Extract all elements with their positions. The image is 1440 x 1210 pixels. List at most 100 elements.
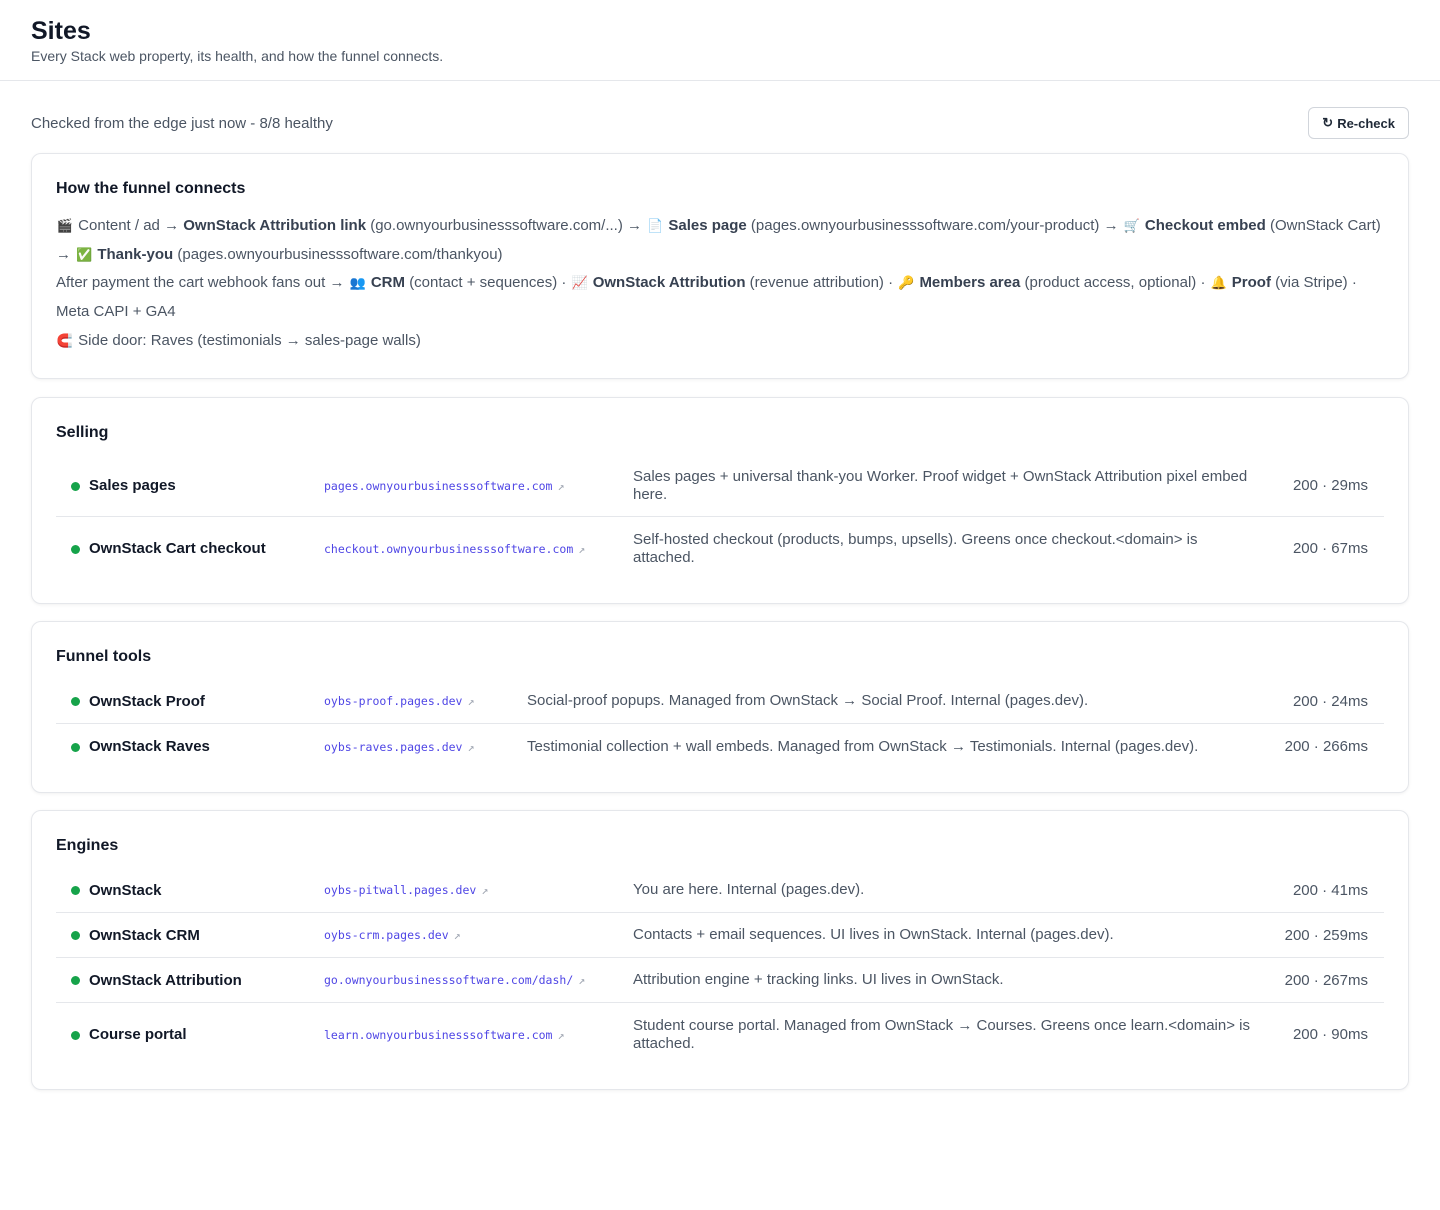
status-dot xyxy=(71,481,80,491)
site-row: Course portal learn.ownyourbusinesssoftw… xyxy=(56,1003,1384,1066)
site-row: OwnStack Proof oybs-proof.pages.dev ↗ Soc… xyxy=(56,679,1384,724)
site-name: OwnStack Raves xyxy=(89,738,210,755)
site-name: Course portal xyxy=(89,1026,187,1043)
flow-step-detail: (pages.ownyourbusinesssoftware.com/your-… xyxy=(750,217,1100,234)
webhook-target-analytics: Meta CAPI + GA4 xyxy=(56,303,176,321)
site-description: Student course portal. Managed from OwnS… xyxy=(633,1016,1250,1052)
magnet-icon: 🧲 xyxy=(56,332,74,348)
site-url-link[interactable]: oybs-proof.pages.dev ↗ xyxy=(324,694,474,708)
site-row: OwnStack Attribution go.ownyourbusinesss… xyxy=(56,958,1384,1003)
webhook-detail: (revenue attribution) xyxy=(749,274,884,292)
flow-step-content: Content / ad xyxy=(78,217,160,234)
site-url-link[interactable]: oybs-pitwall.pages.dev ↗ xyxy=(324,883,488,897)
bell-icon: 🔔 xyxy=(1210,275,1227,291)
funnel-card: How the funnel connects 🎬 Content / ad →… xyxy=(31,153,1409,379)
page-header: Sites Every Stack web property, its heal… xyxy=(0,0,1440,81)
site-status-latency: 200 · 259ms xyxy=(1284,926,1368,944)
flow-step-sales-page: Sales page xyxy=(668,217,747,234)
health-status: Checked from the edge just now - 8/8 hea… xyxy=(31,114,333,132)
site-row: OwnStack CRM oybs-crm.pages.dev ↗ Contact… xyxy=(56,913,1384,958)
arrow-icon: → xyxy=(1103,217,1119,234)
site-url-link[interactable]: go.ownyourbusinesssoftware.com/dash/ ↗ xyxy=(324,973,585,987)
recheck-label: Re-check xyxy=(1337,115,1395,131)
page-icon: 📄 xyxy=(647,218,664,233)
funnel-main-flow: 🎬 Content / ad → OwnStack Attribution li… xyxy=(56,212,1384,269)
arrow-icon: → xyxy=(164,217,180,234)
webhook-detail: (product access, optional) xyxy=(1024,274,1197,292)
flow-step-checkout-embed: Checkout embed xyxy=(1144,217,1266,234)
site-status-latency: 200 · 267ms xyxy=(1284,971,1368,989)
external-link-icon: ↗ xyxy=(453,928,461,942)
separator: · xyxy=(561,274,567,292)
recheck-button[interactable]: ↻ Re-check xyxy=(1308,107,1409,139)
cart-icon: 🛒 xyxy=(1123,218,1140,233)
side-door-text: Side door: Raves (testimonials → sales-p… xyxy=(78,331,421,349)
webhook-target-proof: Proof xyxy=(1231,274,1271,292)
flow-step-detail: (pages.ownyourbusinesssoftware.com/thank… xyxy=(177,245,503,263)
site-list: OwnStack Proof oybs-proof.pages.dev ↗ Soc… xyxy=(56,679,1384,769)
status-dot xyxy=(71,697,80,706)
site-url: learn.ownyourbusinesssoftware.com xyxy=(324,1027,553,1042)
separator: · xyxy=(1351,274,1357,292)
site-status-latency: 200 · 41ms xyxy=(1292,881,1368,899)
section-title: Engines xyxy=(56,837,119,854)
site-description: Sales pages + universal thank-you Worker… xyxy=(633,467,1248,503)
site-url-link[interactable]: pages.ownyourbusinesssoftware.com ↗ xyxy=(324,479,564,493)
external-link-icon: ↗ xyxy=(557,478,565,493)
key-icon: 🔑 xyxy=(898,275,915,291)
site-url: oybs-raves.pages.dev xyxy=(324,739,463,754)
site-description: You are here. Internal (pages.dev). xyxy=(633,881,865,898)
site-status-latency: 200 · 90ms xyxy=(1292,1026,1368,1043)
site-description: Contacts + email sequences. UI lives in … xyxy=(633,926,1114,943)
external-link-icon: ↗ xyxy=(557,1027,565,1042)
section-title: Selling xyxy=(56,424,109,441)
status-bar: Checked from the edge just now - 8/8 hea… xyxy=(31,107,1409,139)
funnel-side-door: 🧲 Side door: Raves (testimonials → sales… xyxy=(56,327,1384,356)
external-link-icon: ↗ xyxy=(467,739,475,754)
site-description: Testimonial collection + wall embeds. Ma… xyxy=(527,737,1199,755)
site-url: oybs-pitwall.pages.dev xyxy=(324,883,477,897)
external-link-icon: ↗ xyxy=(481,883,489,897)
clapperboard-icon: 🎬 xyxy=(56,218,74,233)
site-url-link[interactable]: learn.ownyourbusinesssoftware.com ↗ xyxy=(324,1028,564,1042)
site-status-latency: 200 · 29ms xyxy=(1292,477,1368,494)
separator: · xyxy=(888,274,894,292)
site-name: OwnStack xyxy=(89,881,162,899)
webhook-detail: (contact + sequences) xyxy=(409,274,558,292)
site-status-latency: 200 · 24ms xyxy=(1292,692,1368,710)
webhook-intro: After payment the cart webhook fans out xyxy=(56,274,326,292)
site-url: go.ownyourbusinesssoftware.com/dash/ xyxy=(324,973,574,987)
check-icon: ✅ xyxy=(76,246,93,262)
site-list: Sales pages pages.ownyourbusinesssoftwar… xyxy=(56,455,1384,580)
flow-step-detail: (OwnStack Cart) xyxy=(1269,217,1381,234)
flow-step-detail: (go.ownyourbusinesssoftware.com/...) xyxy=(370,217,623,234)
site-name: Sales pages xyxy=(89,477,176,494)
external-link-icon: ↗ xyxy=(578,541,586,556)
separator: · xyxy=(1200,274,1206,292)
section-engines: Engines OwnStack oybs-pitwall.pages.dev ↗… xyxy=(31,810,1409,1090)
site-url: oybs-crm.pages.dev xyxy=(324,928,449,942)
section-title: Funnel tools xyxy=(56,648,152,665)
webhook-target-members: Members area xyxy=(919,274,1021,292)
site-name: OwnStack CRM xyxy=(89,926,200,944)
site-name: OwnStack Attribution xyxy=(89,971,242,989)
refresh-icon: ↻ xyxy=(1322,115,1334,130)
chart-icon: 📈 xyxy=(571,275,588,291)
status-dot xyxy=(71,742,80,752)
flow-step-attribution-link: OwnStack Attribution link xyxy=(183,217,367,234)
people-icon: 👥 xyxy=(349,275,366,291)
webhook-target-attribution: OwnStack Attribution xyxy=(592,274,746,292)
funnel-description: 🎬 Content / ad → OwnStack Attribution li… xyxy=(56,212,1384,356)
site-url: pages.ownyourbusinesssoftware.com xyxy=(324,478,553,493)
external-link-icon: ↗ xyxy=(467,694,475,708)
external-link-icon: ↗ xyxy=(578,973,586,987)
section-selling: Selling Sales pages pages.ownyourbusines… xyxy=(31,397,1409,604)
status-dot xyxy=(71,886,80,895)
site-row: OwnStack Cart checkout checkout.ownyourb… xyxy=(56,517,1384,580)
arrow-icon: → xyxy=(329,274,345,292)
site-url-link[interactable]: oybs-raves.pages.dev ↗ xyxy=(324,740,474,754)
section-funnel-tools: Funnel tools OwnStack Proof oybs-proof.p… xyxy=(31,621,1409,793)
site-description: Attribution engine + tracking links. UI … xyxy=(633,971,1004,988)
site-url-link[interactable]: checkout.ownyourbusinesssoftware.com ↗ xyxy=(324,542,585,556)
site-url-link[interactable]: oybs-crm.pages.dev ↗ xyxy=(324,928,461,942)
